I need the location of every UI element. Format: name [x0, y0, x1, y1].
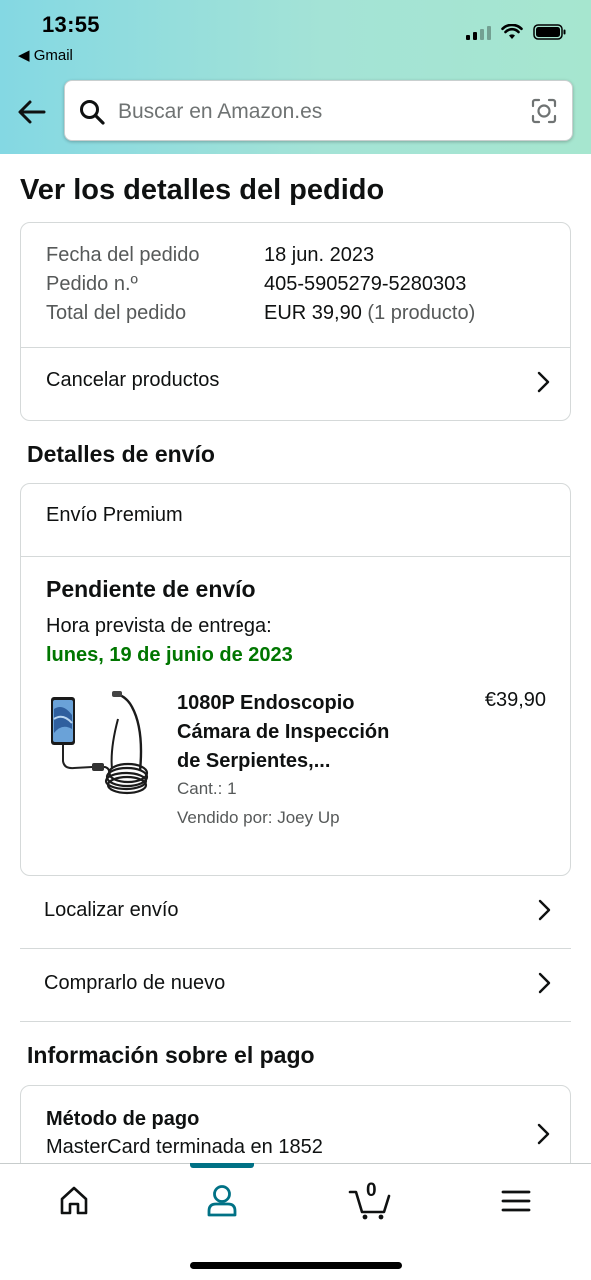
- search-icon: [80, 100, 105, 125]
- status-time: 13:55: [42, 12, 100, 37]
- cancel-products-link[interactable]: Cancelar productos: [21, 348, 570, 420]
- order-number-value: 405-5905279-5280303: [264, 273, 467, 295]
- menu-icon[interactable]: [493, 1180, 541, 1220]
- divider: [21, 556, 570, 557]
- order-total-value: EUR 39,90 (1 producto): [264, 302, 475, 325]
- track-shipment-label: Localizar envío: [44, 899, 179, 921]
- payment-method-value: MasterCard terminada en 1852: [46, 1136, 323, 1158]
- delivery-estimate-label: Hora prevista de entrega:: [46, 615, 272, 637]
- order-date-value: 18 jun. 2023: [264, 244, 375, 266]
- order-number-label: Pedido n.º: [46, 273, 138, 295]
- delivery-estimate-date: lunes, 19 de junio de 2023: [46, 644, 293, 666]
- product-quantity: Cant.: 1: [177, 779, 237, 798]
- cart-count: 0: [366, 1180, 377, 1201]
- order-summary-card: Fecha del pedido 18 jun. 2023 Pedido n.º…: [20, 222, 571, 421]
- product-title-line: Cámara de Inspección: [177, 721, 390, 743]
- chevron-right-icon: [537, 371, 550, 393]
- shipment-status: Pendiente de envío: [46, 576, 256, 602]
- payment-section-title: Información sobre el pago: [27, 1042, 315, 1068]
- order-date-label: Fecha del pedido: [46, 244, 200, 266]
- app-header: 13:55 ◀ Gmail Buscar en Amazon.es: [0, 0, 591, 154]
- order-total-label: Total del pedido: [46, 302, 187, 324]
- chevron-right-icon: [538, 972, 551, 994]
- page-title: Ver los detalles del pedido: [20, 174, 385, 206]
- wifi-icon: [501, 24, 523, 39]
- back-to-gmail[interactable]: ◀ Gmail: [18, 46, 73, 64]
- cellular-signal-icon: [466, 24, 491, 40]
- buy-again-link[interactable]: Comprarlo de nuevo: [20, 949, 571, 1022]
- cancel-products-label: Cancelar productos: [46, 369, 220, 391]
- track-shipment-link[interactable]: Localizar envío: [20, 876, 571, 949]
- account-icon[interactable]: [198, 1180, 246, 1220]
- product-image[interactable]: [48, 689, 152, 799]
- active-tab-indicator: [190, 1163, 254, 1168]
- home-indicator[interactable]: [190, 1262, 402, 1269]
- chevron-right-icon: [538, 899, 551, 921]
- status-icons: [466, 24, 567, 40]
- battery-icon: [533, 24, 566, 40]
- search-input[interactable]: Buscar en Amazon.es: [118, 100, 322, 124]
- order-total-amount: EUR 39,90: [264, 302, 362, 324]
- cart-button[interactable]: 0: [346, 1180, 396, 1220]
- product-title-line: de Serpientes,...: [177, 750, 331, 772]
- home-icon[interactable]: [50, 1180, 98, 1220]
- product-seller: Vendido por: Joey Up: [177, 808, 340, 827]
- camera-icon[interactable]: [530, 97, 558, 125]
- chevron-right-icon: [537, 1123, 550, 1145]
- back-arrow-icon[interactable]: [16, 96, 48, 128]
- payment-method-label: Método de pago: [46, 1108, 200, 1130]
- shipment-card: Envío Premium Pendiente de envío Hora pr…: [20, 483, 571, 876]
- search-bar[interactable]: Buscar en Amazon.es: [64, 80, 573, 141]
- product-title-line: 1080P Endoscopio: [177, 692, 355, 714]
- product-title[interactable]: 1080P Endoscopio Cámara de Inspección de…: [177, 689, 417, 776]
- product-price: €39,90: [484, 689, 546, 711]
- shipping-type: Envío Premium: [46, 504, 183, 526]
- buy-again-label: Comprarlo de nuevo: [44, 972, 226, 994]
- shipping-section-title: Detalles de envío: [27, 441, 215, 467]
- order-item-count: (1 producto): [367, 302, 476, 324]
